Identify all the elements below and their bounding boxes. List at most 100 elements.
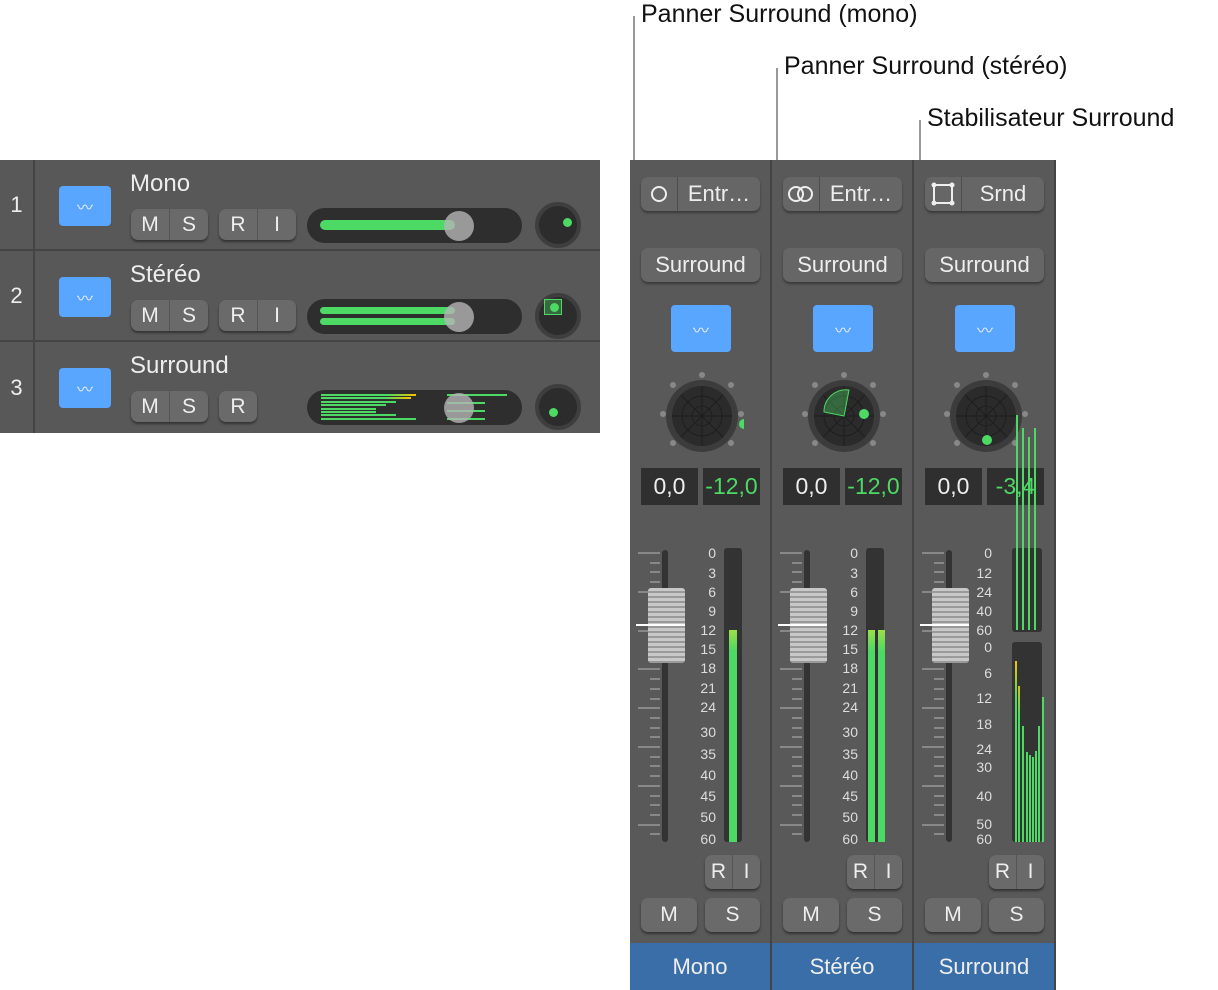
panner-dial[interactable] <box>660 372 749 456</box>
volume-fader[interactable] <box>778 588 827 663</box>
record-button[interactable]: R <box>847 855 875 889</box>
input-slot[interactable]: Entr… <box>641 177 760 211</box>
callout-surround-balancer: Stabilisateur Surround <box>927 104 1175 132</box>
waveform-icon[interactable]: 〰 <box>955 305 1015 352</box>
volume-slider[interactable] <box>307 208 522 243</box>
mute-button[interactable]: M <box>131 209 170 240</box>
fader-tick <box>792 571 802 574</box>
output-button[interactable]: Surround <box>641 248 760 282</box>
meter-line <box>321 414 396 417</box>
pan-knob[interactable] <box>535 202 581 248</box>
input-monitor-button[interactable]: I <box>875 855 902 889</box>
volume-slider[interactable] <box>307 390 522 425</box>
meter-scale-label: 35 <box>842 746 858 762</box>
meter-scale-label: 15 <box>842 641 858 657</box>
volume-value[interactable]: 0,0 <box>925 468 982 505</box>
volume-thumb[interactable] <box>444 393 474 423</box>
track-row[interactable]: 1 〰 Mono MS RI <box>0 160 600 251</box>
fader-tick <box>934 736 944 739</box>
meter-level <box>868 630 875 842</box>
meter-line <box>321 417 416 420</box>
input-slot[interactable]: Srnd <box>925 177 1044 211</box>
volume-value[interactable]: 0,0 <box>641 468 698 505</box>
volume-fader[interactable] <box>636 588 685 663</box>
solo-button[interactable]: S <box>170 209 208 240</box>
waveform-icon[interactable]: 〰 <box>671 305 731 352</box>
waveform-icon[interactable]: 〰 <box>59 186 111 226</box>
meter-scale-label: 40 <box>700 767 716 783</box>
panner-dial[interactable] <box>802 372 886 456</box>
waveform-icon[interactable]: 〰 <box>59 368 111 408</box>
solo-button[interactable]: S <box>847 898 902 932</box>
fader-tick <box>650 678 660 681</box>
peak-value[interactable]: -12,0 <box>845 468 902 505</box>
record-button[interactable]: R <box>705 855 733 889</box>
fader-tick <box>934 687 944 690</box>
waveform-icon[interactable]: 〰 <box>813 305 873 352</box>
waveform-icon[interactable]: 〰 <box>59 277 111 317</box>
output-button[interactable]: Surround <box>783 248 902 282</box>
record-button[interactable]: R <box>219 209 258 240</box>
surround-panner[interactable] <box>802 372 886 456</box>
meter-line <box>321 404 386 407</box>
fader-tick <box>792 833 802 836</box>
mute-button[interactable]: M <box>131 391 170 422</box>
pan-knob[interactable] <box>535 293 581 339</box>
fader-tick <box>650 736 660 739</box>
volume-thumb[interactable] <box>444 211 474 241</box>
pan-position-dot <box>739 419 749 429</box>
volume-slider[interactable] <box>307 299 522 334</box>
mute-button[interactable]: M <box>925 898 981 932</box>
meter-scale-label: 9 <box>850 603 858 619</box>
track-row[interactable]: 3 〰 Surround MS R <box>0 342 600 433</box>
fader-tick <box>792 794 802 797</box>
meter-scale-label: 0 <box>708 545 716 561</box>
surround-panner[interactable] <box>660 372 749 456</box>
pan-knob[interactable] <box>535 384 581 430</box>
input-monitor-button[interactable]: I <box>258 300 296 331</box>
meter-scale-label: 21 <box>842 680 858 696</box>
fader-tick <box>650 794 660 797</box>
meter-line <box>321 397 411 400</box>
volume-value[interactable]: 0,0 <box>783 468 840 505</box>
track-name: Stéréo <box>130 261 201 288</box>
meter-scale-label: 50 <box>842 809 858 825</box>
meter-scale-label: 12 <box>700 622 716 638</box>
record-button[interactable]: R <box>219 300 258 331</box>
fader-tick <box>934 571 944 574</box>
input-slot[interactable]: Entr… <box>783 177 902 211</box>
solo-button[interactable]: S <box>989 898 1044 932</box>
pan-position-dot <box>982 435 992 445</box>
input-monitor-button[interactable]: I <box>733 855 760 889</box>
track-row[interactable]: 2 〰 Stéréo MS RI <box>0 251 600 342</box>
peak-value[interactable]: -12,0 <box>703 468 760 505</box>
mute-button[interactable]: M <box>131 300 170 331</box>
solo-button[interactable]: S <box>170 300 208 331</box>
fader-tick <box>792 716 802 719</box>
mute-button[interactable]: M <box>641 898 697 932</box>
meter-scale-label: 50 <box>976 816 992 832</box>
record-button[interactable]: R <box>989 855 1017 889</box>
input-monitor-button[interactable]: I <box>1017 855 1044 889</box>
fader-tick <box>934 813 944 816</box>
solo-button[interactable]: S <box>170 391 208 422</box>
fader-tick <box>934 726 944 729</box>
fader-tick <box>650 804 660 807</box>
fader-tick <box>934 716 944 719</box>
channel-name[interactable]: Mono <box>630 943 770 990</box>
solo-button[interactable]: S <box>705 898 760 932</box>
output-button[interactable]: Surround <box>925 248 1044 282</box>
meter-scale-label: 6 <box>850 584 858 600</box>
volume-thumb[interactable] <box>444 302 474 332</box>
meter-line <box>321 407 376 410</box>
mute-button[interactable]: M <box>783 898 839 932</box>
record-button[interactable]: R <box>219 391 257 422</box>
meter-scale-label: 3 <box>850 565 858 581</box>
channel-name[interactable]: Surround <box>914 943 1054 990</box>
channel-name[interactable]: Stéréo <box>772 943 912 990</box>
fader-tick <box>650 765 660 768</box>
fader-tick <box>780 784 802 787</box>
meter-level <box>729 630 737 842</box>
input-monitor-button[interactable]: I <box>258 209 296 240</box>
meter-scale-label: 18 <box>976 716 992 732</box>
